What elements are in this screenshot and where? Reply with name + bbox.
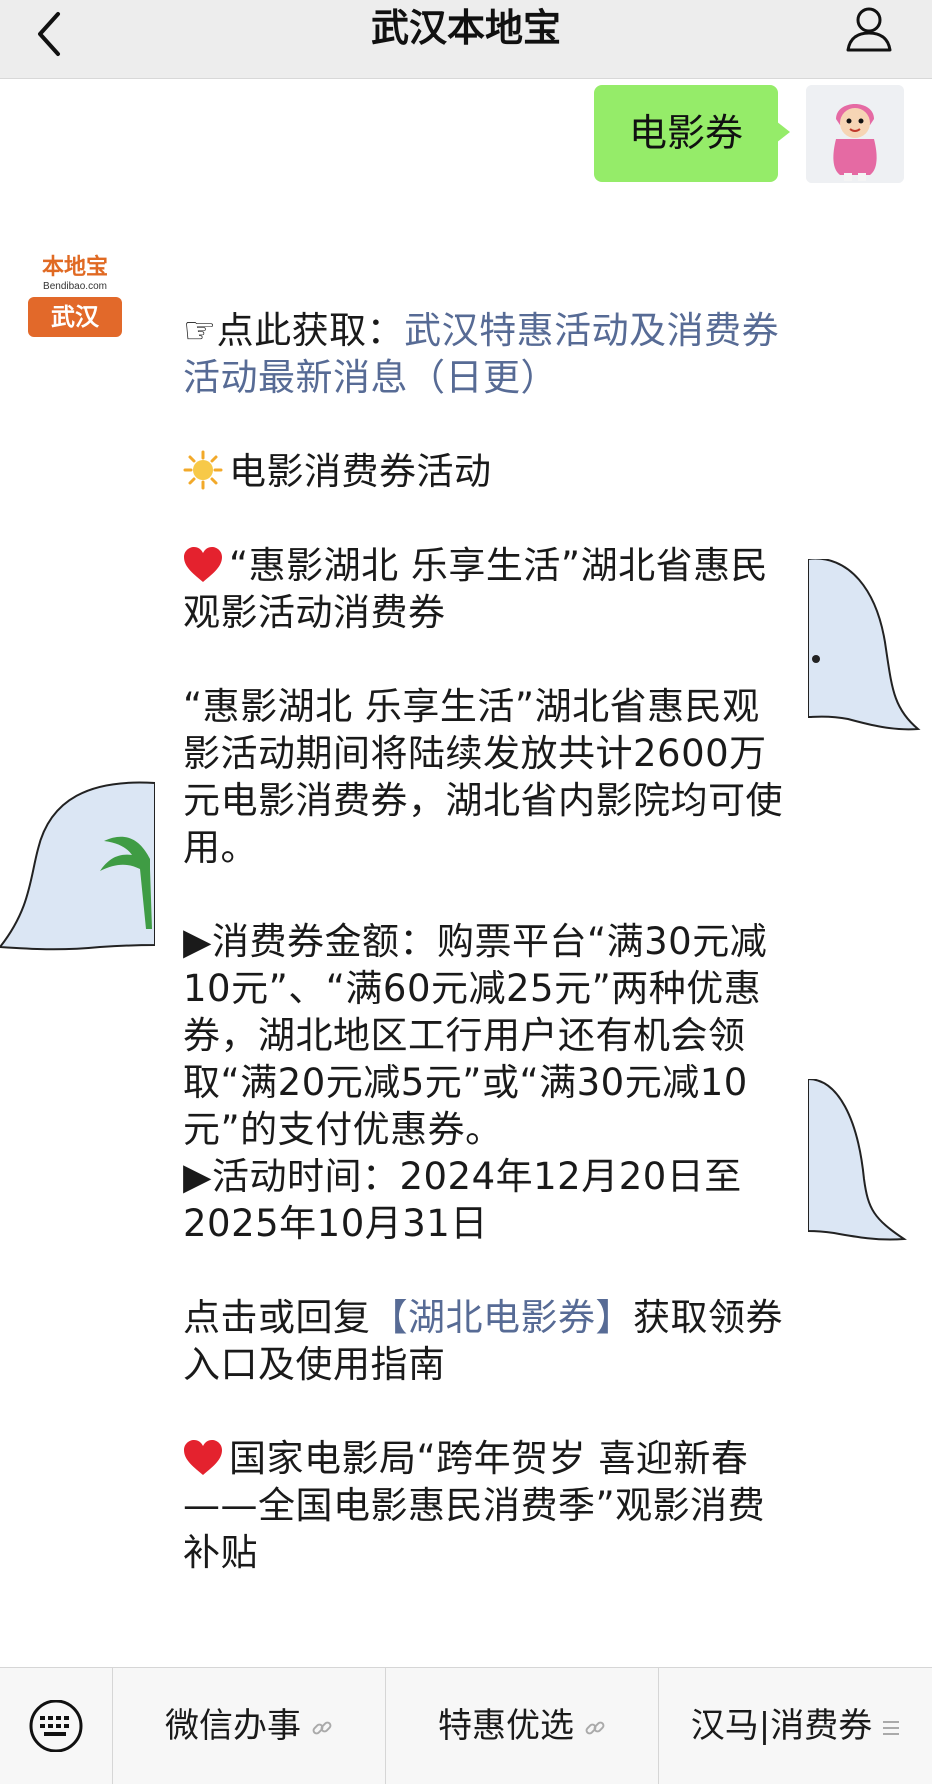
logo-text: 本地宝 — [41, 254, 108, 280]
item1-body: “惠影湖北 乐享生活”湖北省惠民观影活动期间将陆续发放共计2600万元电影消费券… — [183, 685, 783, 869]
user-avatar[interactable] — [806, 85, 904, 183]
amount-info: ▶消费券金额：购票平台“满30元减10元”、“满60元减25元”两种优惠券，湖北… — [183, 920, 768, 1151]
menu-special-offers[interactable]: 特惠优选 — [386, 1668, 659, 1784]
section-title: 电影消费券活动 — [183, 448, 795, 495]
top-bar: 武汉本地宝 — [0, 0, 932, 79]
item1-title-text: “惠影湖北 乐享生活”湖北省惠民观影活动消费券 — [183, 544, 769, 634]
keyboard-icon — [29, 1700, 83, 1752]
keyboard-button[interactable] — [0, 1668, 113, 1784]
chat-area[interactable]: 电影券 本地宝 Bendibao.com 武汉 ☞点此获取：武汉特惠活动及消费券… — [0, 79, 932, 1667]
menu-icon — [883, 1720, 900, 1735]
logo-city: 武汉 — [28, 297, 122, 337]
bottom-menu: 微信办事 特惠优选 汉马|消费券 — [0, 1667, 932, 1784]
outgoing-message-bubble[interactable]: 电影券 — [594, 85, 790, 182]
item2-title-text: 国家电影局“跨年贺岁 喜迎新春——全国电影惠民消费季”观影消费补贴 — [183, 1437, 766, 1574]
link-icon — [585, 1721, 605, 1734]
menu-label: 汉马|消费券 — [690, 1706, 873, 1746]
item1-title: “惠影湖北 乐享生活”湖北省惠民观影活动消费券 — [183, 542, 795, 636]
link-line: ☞点此获取：武汉特惠活动及消费券活动最新消息（日更） — [183, 307, 795, 401]
page-title: 武汉本地宝 — [370, 6, 561, 50]
time-info: ▶活动时间：2024年12月20日至2025年10月31日 — [183, 1155, 742, 1245]
cta-prefix: 点击或回复 — [183, 1296, 371, 1339]
menu-label: 微信办事 — [165, 1706, 301, 1746]
person-icon — [846, 7, 892, 52]
sun-icon — [183, 450, 223, 490]
account-avatar[interactable]: 本地宝 Bendibao.com 武汉 — [26, 241, 124, 339]
link-icon — [312, 1721, 332, 1734]
incoming-message-bubble: ☞点此获取：武汉特惠活动及消费券活动最新消息（日更） 电影消费券活动 “惠影湖北… — [155, 211, 808, 1667]
message-body: ☞点此获取：武汉特惠活动及消费券活动最新消息（日更） 电影消费券活动 “惠影湖北… — [183, 307, 795, 1576]
menu-wechat-services[interactable]: 微信办事 — [113, 1668, 386, 1784]
ghost-wallpaper-icon — [0, 781, 155, 951]
ghost-wallpaper-icon — [808, 559, 921, 731]
heart-icon — [184, 547, 222, 582]
cta-line: 点击或回复【湖北电影券】获取领券入口及使用指南 — [183, 1294, 795, 1388]
cartoon-avatar-icon — [806, 85, 904, 183]
item2-title: 国家电影局“跨年贺岁 喜迎新春——全国电影惠民消费季”观影消费补贴 — [183, 1435, 795, 1576]
link-prefix: ☞点此获取： — [183, 309, 405, 352]
heart-icon — [184, 1440, 222, 1475]
profile-button[interactable] — [844, 4, 894, 54]
ghost-wallpaper-icon — [808, 1079, 907, 1241]
section-title-text: 电影消费券活动 — [229, 450, 492, 493]
menu-label: 特惠优选 — [438, 1706, 574, 1746]
hubei-coupon-link[interactable]: 【湖北电影券】 — [371, 1296, 634, 1339]
logo-domain: Bendibao.com — [43, 281, 107, 292]
menu-marathon-coupons[interactable]: 汉马|消费券 — [659, 1668, 932, 1784]
